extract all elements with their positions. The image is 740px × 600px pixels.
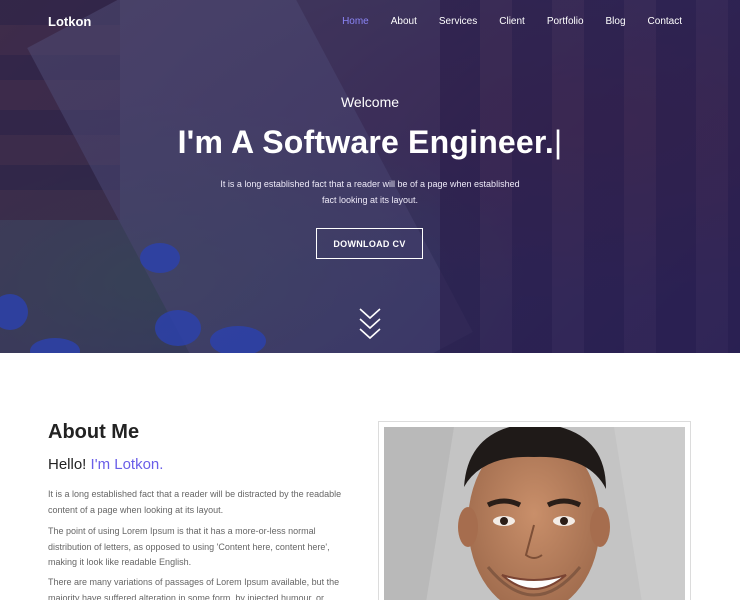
site-logo[interactable]: Lotkon (48, 14, 91, 29)
navbar: Lotkon Home About Services Client Portfolio B… (0, 14, 740, 32)
nav-item-client[interactable]: Client (499, 16, 525, 27)
profile-photo (384, 427, 685, 600)
nav-item-blog[interactable]: Blog (606, 16, 626, 27)
about-paragraph: The point of using Lorem Ipsum is that i… (48, 526, 330, 567)
hero-welcome: Welcome (340, 94, 400, 110)
about-paragraph: There are many variations of passages of… (48, 577, 340, 600)
nav-item-services[interactable]: Services (439, 16, 477, 27)
about-hello-prefix: Hello! (48, 456, 87, 473)
profile-photo-frame (378, 421, 691, 600)
chevron-triple-down-icon[interactable] (359, 308, 381, 342)
about-title: About Me (48, 421, 140, 443)
about-hello: Hello! I'm Lotkon. (48, 456, 163, 473)
hero-headline-text: I'm A Software Engineer. (177, 124, 554, 160)
nav-menu: Home About Services Client Portfolio Blog Cont… (342, 16, 682, 27)
download-cv-button[interactable]: DOWNLOAD CV (316, 228, 423, 259)
nav-item-portfolio[interactable]: Portfolio (547, 16, 584, 27)
hero-section: Lotkon Home About Services Client Portfolio B… (0, 0, 740, 353)
nav-item-about[interactable]: About (391, 16, 417, 27)
nav-item-home[interactable]: Home (342, 16, 369, 27)
about-hello-name: I'm Lotkon. (90, 456, 164, 473)
hero-headline: I'm A Software Engineer.| (0, 124, 740, 161)
portrait-illustration (384, 427, 685, 600)
about-paragraph: It is a long established fact that a rea… (48, 489, 342, 515)
typing-cursor: | (553, 124, 563, 160)
nav-item-contact[interactable]: Contact (648, 16, 682, 27)
hero-subtitle: It is a long established fact that a rea… (220, 179, 520, 205)
